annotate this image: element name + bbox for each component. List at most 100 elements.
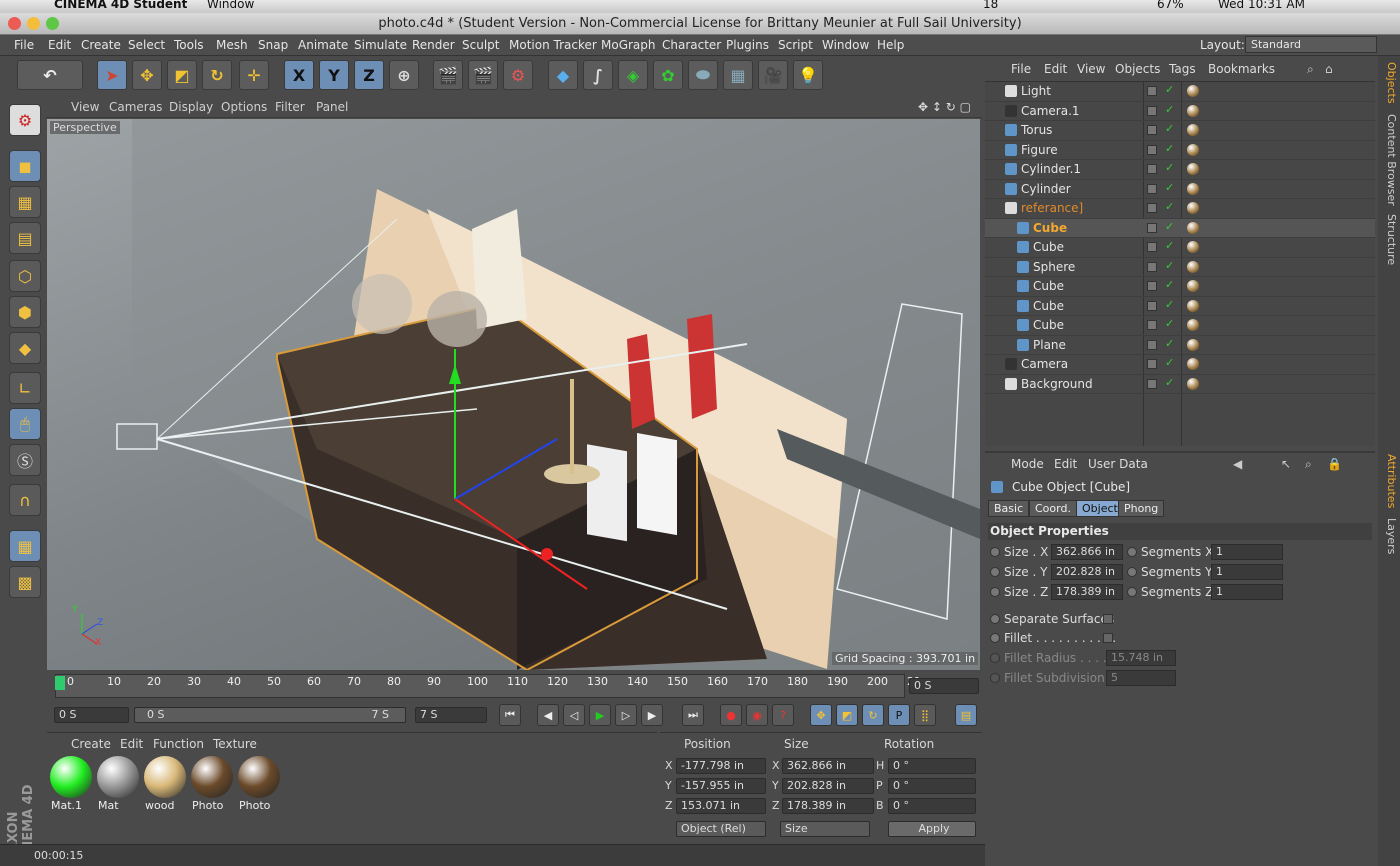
prev-frame-icon[interactable]: ◁ xyxy=(563,704,585,726)
visibility-check-icon[interactable]: ✓ xyxy=(1165,259,1174,272)
vp-menu-filter[interactable]: Filter xyxy=(275,100,305,114)
coord-rotation-field[interactable]: 0 ° xyxy=(888,758,976,774)
visibility-check-icon[interactable]: ✓ xyxy=(1165,239,1174,252)
visibility-check-icon[interactable]: ✓ xyxy=(1165,220,1174,233)
attr-pick-icon[interactable]: ↖ xyxy=(1281,457,1291,471)
object-row[interactable]: Cube ✓ xyxy=(985,218,1375,238)
object-row[interactable]: Torus ✓ xyxy=(985,121,1375,141)
material-swatch[interactable]: Mat xyxy=(96,755,140,817)
om-menu-view[interactable]: View xyxy=(1077,62,1105,76)
play-icon[interactable]: ▶ xyxy=(589,704,611,726)
object-name[interactable]: Background xyxy=(1021,377,1093,391)
vp-menu-view[interactable]: View xyxy=(71,100,99,114)
goto-start-icon[interactable]: ⏮ xyxy=(499,704,521,726)
key-scale-icon[interactable]: ◩ xyxy=(836,704,858,726)
object-row[interactable]: Camera.1 ✓ xyxy=(985,102,1375,121)
size-field[interactable]: 178.389 in xyxy=(1051,584,1123,600)
fillet-checkbox[interactable] xyxy=(1103,633,1113,643)
menu-create[interactable]: Create xyxy=(81,38,121,52)
attr-lock-icon[interactable]: 🔒 xyxy=(1327,457,1342,471)
layer-swatch[interactable] xyxy=(1147,339,1157,350)
dock-tab-attributes[interactable]: Attributes xyxy=(1380,454,1398,508)
scale-tool-icon[interactable]: ◩ xyxy=(167,60,197,90)
material-swatch[interactable]: wood xyxy=(143,755,187,817)
workplane-lock-icon[interactable]: ▦ xyxy=(9,530,41,562)
visibility-check-icon[interactable]: ✓ xyxy=(1165,298,1174,311)
object-name[interactable]: Camera.1 xyxy=(1021,104,1080,118)
fillet-row[interactable]: Fillet . . . . . . . . . . . xyxy=(990,631,1116,645)
layer-swatch[interactable] xyxy=(1147,300,1157,311)
segments-field[interactable]: 1 xyxy=(1211,544,1283,560)
tab-object[interactable]: Object xyxy=(1076,500,1124,517)
range-slider[interactable]: 0 S 7 S xyxy=(134,707,406,723)
coord-rotation-field[interactable]: 0 ° xyxy=(888,798,976,814)
om-menu-tags[interactable]: Tags xyxy=(1169,62,1196,76)
animate-radio[interactable] xyxy=(1127,587,1137,597)
texture-tag-icon[interactable] xyxy=(1187,182,1199,195)
menu-plugins[interactable]: Plugins xyxy=(726,38,769,52)
texture-tag-icon[interactable] xyxy=(1187,319,1199,331)
size-field[interactable]: 362.866 in xyxy=(1051,544,1123,560)
texture-tag-icon[interactable] xyxy=(1187,260,1199,273)
texture-tag-icon[interactable] xyxy=(1187,221,1199,234)
render-view-icon[interactable]: 🎬 xyxy=(433,60,463,90)
layer-swatch[interactable] xyxy=(1147,86,1157,96)
timeline-ruler[interactable]: 0 10 20 30 40 50 60 70 80 90 100 110 120 130 140 150 160… xyxy=(47,671,982,701)
snap-icon[interactable]: Ⓢ xyxy=(9,444,41,476)
om-menu-bookmarks[interactable]: Bookmarks xyxy=(1208,62,1275,76)
layer-swatch[interactable] xyxy=(1147,125,1157,135)
app-menu[interactable]: CINEMA 4D Student xyxy=(54,0,187,11)
attr-search-icon[interactable]: ⌕ xyxy=(1305,457,1312,472)
layout-select[interactable]: Standard xyxy=(1245,36,1377,53)
mat-menu-function[interactable]: Function xyxy=(153,737,204,751)
object-name[interactable]: referance] xyxy=(1021,201,1083,215)
texture-tag-icon[interactable] xyxy=(1187,124,1199,136)
visibility-check-icon[interactable]: ✓ xyxy=(1165,356,1174,369)
visibility-check-icon[interactable]: ✓ xyxy=(1165,337,1174,350)
object-row[interactable]: Cube ✓ xyxy=(985,277,1375,297)
minimize-button[interactable] xyxy=(27,17,40,30)
menu-file[interactable]: File xyxy=(14,38,34,52)
texture-tag-icon[interactable] xyxy=(1187,358,1199,370)
visibility-check-icon[interactable]: ✓ xyxy=(1165,161,1174,174)
prev-key-icon[interactable]: ◀ xyxy=(537,704,559,726)
animate-radio[interactable] xyxy=(1127,547,1137,557)
vp-menu-panel[interactable]: Panel xyxy=(316,100,348,114)
size-field[interactable]: 202.828 in xyxy=(1051,564,1123,580)
tweak-mode-icon[interactable]: 🖱 xyxy=(9,408,41,440)
animate-radio[interactable] xyxy=(990,567,1000,577)
fillet-radius-field[interactable]: 15.748 in xyxy=(1106,650,1176,666)
edges-mode-icon[interactable]: ⬢ xyxy=(9,296,41,328)
viewport-nav-icons[interactable]: ✥ ↕ ↻ ▢ xyxy=(918,100,971,114)
coord-size-field[interactable]: 202.828 in xyxy=(782,778,874,794)
mat-menu-edit[interactable]: Edit xyxy=(120,737,143,751)
y-axis-lock[interactable]: Y xyxy=(319,60,349,90)
coord-position-field[interactable]: -157.955 in xyxy=(676,778,766,794)
object-name[interactable]: Figure xyxy=(1021,143,1058,157)
visibility-check-icon[interactable]: ✓ xyxy=(1165,376,1174,389)
layer-swatch[interactable] xyxy=(1147,378,1157,389)
layer-swatch[interactable] xyxy=(1147,203,1157,213)
menu-snap[interactable]: Snap xyxy=(258,38,288,52)
polygons-mode-icon[interactable]: ◆ xyxy=(9,332,41,364)
texture-tag-icon[interactable] xyxy=(1187,299,1199,312)
coord-size-field[interactable]: 178.389 in xyxy=(782,798,874,814)
z-axis-lock[interactable]: Z xyxy=(354,60,384,90)
coord-size-field[interactable]: 362.866 in xyxy=(782,758,874,774)
render-settings-icon[interactable]: ⚙ xyxy=(503,60,533,90)
menu-render[interactable]: Render xyxy=(412,38,455,52)
object-row[interactable]: Background ✓ xyxy=(985,375,1375,394)
vp-menu-cameras[interactable]: Cameras xyxy=(109,100,162,114)
light-object-icon[interactable]: 💡 xyxy=(793,60,823,90)
layer-swatch[interactable] xyxy=(1147,144,1157,155)
vp-menu-display[interactable]: Display xyxy=(169,100,213,114)
end-time-field[interactable]: 7 S xyxy=(415,707,487,723)
vp-menu-options[interactable]: Options xyxy=(221,100,267,114)
object-name[interactable]: Cube xyxy=(1033,279,1064,293)
object-name[interactable]: Light xyxy=(1021,84,1051,98)
object-row[interactable]: Cube ✓ xyxy=(985,297,1375,316)
tab-basic[interactable]: Basic xyxy=(988,500,1030,517)
next-frame-icon[interactable]: ▷ xyxy=(615,704,637,726)
apply-button[interactable]: Apply xyxy=(888,821,976,837)
om-home-icon[interactable]: ⌂ xyxy=(1325,62,1333,76)
